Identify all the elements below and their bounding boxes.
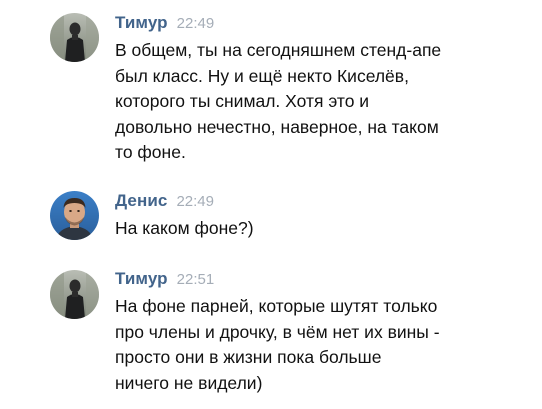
message-line: ничего не видели) <box>115 372 263 393</box>
message-header: Тимур 22:49 <box>115 13 214 33</box>
message-line: На каком фоне?) <box>115 218 254 238</box>
person-silhouette-icon <box>50 270 99 319</box>
author-name[interactable]: Тимур <box>115 13 168 32</box>
message-text: На каком фоне?) <box>115 216 535 242</box>
message-time[interactable]: 22:51 <box>177 271 215 288</box>
message-line: На фоне парней, которые шутят только <box>115 296 438 316</box>
message-line: то фоне. <box>115 142 186 162</box>
message-line: был класс. Ну и ещё некто Киселёв, <box>115 65 409 86</box>
message-text: На фоне парней, которые шутят только про… <box>115 294 535 396</box>
message-header: Денис 22:49 <box>115 191 214 211</box>
message-line: довольно нечестно, наверное, на таком <box>115 116 439 137</box>
message-line: про члены и дрочку, в чём нет их вины - <box>115 321 440 342</box>
author-name[interactable]: Денис <box>115 191 167 210</box>
message-text: В общем, ты на сегодняшнем стенд-апе был… <box>115 38 535 166</box>
person-face-icon <box>50 191 99 240</box>
author-name[interactable]: Тимур <box>115 269 168 288</box>
message-line: В общем, ты на сегодняшнем стенд-апе <box>115 40 442 60</box>
message-time[interactable]: 22:49 <box>177 15 215 32</box>
user-avatar[interactable] <box>50 13 99 62</box>
message-time[interactable]: 22:49 <box>176 193 214 210</box>
message-line: просто они в жизни пока больше <box>115 347 382 367</box>
user-avatar[interactable] <box>50 270 99 319</box>
user-avatar[interactable] <box>50 191 99 240</box>
message-line: которого ты снимал. Хотя это и <box>115 91 370 111</box>
message-header: Тимур 22:51 <box>115 269 214 289</box>
message-history: Тимур 22:49 В общем, ты на сегодняшнем ст… <box>0 0 542 409</box>
person-silhouette-icon <box>50 13 99 62</box>
